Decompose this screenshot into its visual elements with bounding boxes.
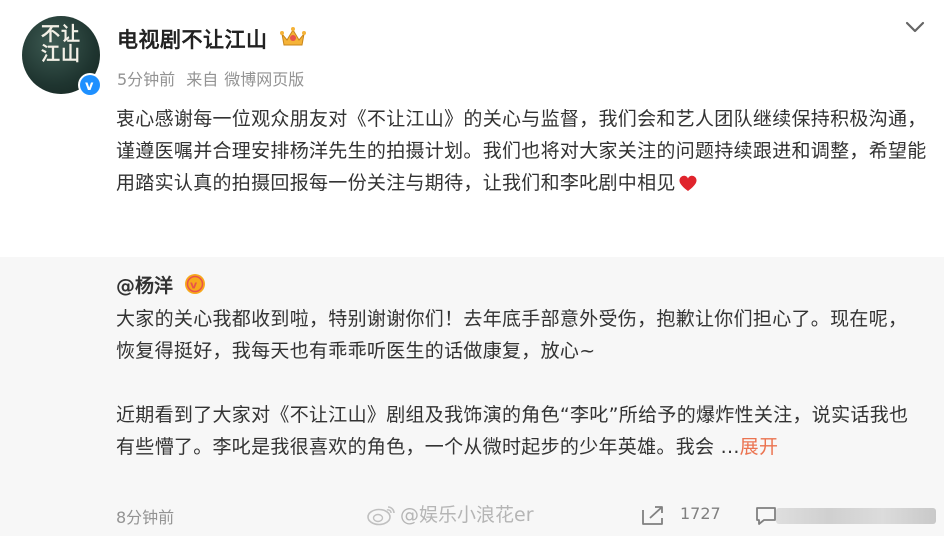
repost-count: 1727	[680, 504, 721, 523]
source-prefix: 来自	[186, 70, 219, 89]
post-text: 衷心感谢每一位观众朋友对《不让江山》的关心与监督，我们会和艺人团队继续保持积极沟…	[116, 108, 927, 194]
post-header: 不让江山 v 电视剧不让江山 5分钟前 来自 微博网页版	[0, 0, 944, 100]
post-source: 微博网页版	[224, 70, 305, 89]
repost-footer: 8分钟前 @娱乐小浪花er 1727	[0, 496, 944, 536]
post-time[interactable]: 5分钟前	[117, 70, 175, 89]
post-meta: 5分钟前 来自 微博网页版	[117, 66, 310, 90]
repost-paragraph: 近期看到了大家对《不让江山》剧组及我饰演的角色“李叱”所给予的爆炸性关注，说实话…	[116, 399, 916, 463]
avatar-calligraphy: 不让江山	[40, 23, 81, 65]
share-icon[interactable]	[640, 504, 666, 526]
watermark: @娱乐小浪花er	[366, 500, 534, 527]
repost-text: 大家的关心我都收到啦，特别谢谢你们！去年底手部意外受伤，抱歉让你们担心了。现在呢…	[116, 303, 916, 463]
repost-card[interactable]: @杨洋 v 大家的关心我都收到啦，特别谢谢你们！去年底手部意外受伤，抱歉让你们担…	[0, 257, 944, 536]
blurred-overlay	[776, 508, 936, 524]
heart-icon	[679, 175, 697, 191]
repost-time[interactable]: 8分钟前	[116, 504, 174, 528]
author-name[interactable]: 电视剧不让江山	[117, 24, 268, 54]
repost-paragraph-text: 近期看到了大家对《不让江山》剧组及我饰演的角色“李叱”所给予的爆炸性关注，说实话…	[116, 404, 909, 458]
expand-link[interactable]: 展开	[740, 436, 779, 458]
chevron-down-icon[interactable]	[903, 17, 927, 37]
weibo-logo-icon	[367, 506, 395, 526]
crown-icon	[280, 27, 306, 46]
watermark-text: @娱乐小浪花er	[400, 504, 534, 526]
svg-text:v: v	[85, 79, 94, 94]
comment-icon[interactable]	[754, 505, 778, 527]
repost-paragraph: 大家的关心我都收到啦，特别谢谢你们！去年底手部意外受伤，抱歉让你们担心了。现在呢…	[116, 308, 908, 362]
gold-v-badge-icon: v	[185, 274, 205, 294]
svg-text:v: v	[190, 279, 198, 292]
repost-author[interactable]: @杨洋	[116, 271, 173, 298]
verified-badge-icon: v	[78, 73, 102, 97]
post-content: 衷心感谢每一位观众朋友对《不让江山》的关心与监督，我们会和艺人团队继续保持积极沟…	[116, 103, 928, 199]
